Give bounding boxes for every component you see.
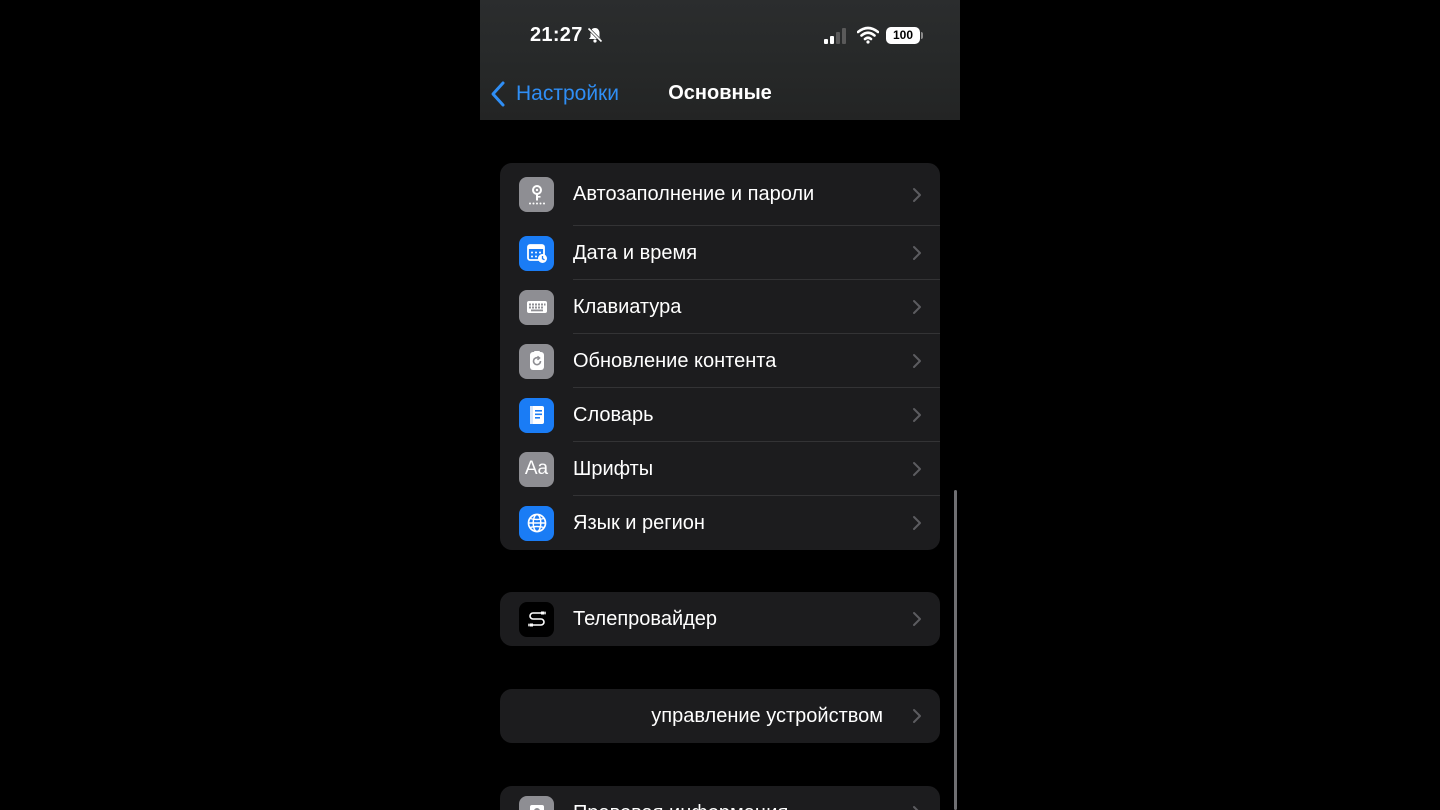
phone-screen: 21:27 100 Настройки Основные Автозаполне… (480, 0, 960, 810)
row-language-region[interactable]: Язык и регион (500, 496, 940, 550)
row-autofill-passwords[interactable]: Автозаполнение и пароли (500, 163, 940, 226)
status-time: 21:27 (530, 24, 583, 46)
row-legal[interactable]: Правовая информация (500, 786, 940, 810)
row-label: Клавиатура (573, 295, 682, 318)
chevron-right-icon (913, 408, 921, 422)
globe-icon (519, 505, 554, 541)
row-label: управление устройством (651, 704, 883, 727)
top-bar: 21:27 100 Настройки Основные (480, 0, 960, 120)
status-bar: 21:27 100 (480, 22, 960, 50)
settings-group-4: Правовая информация (500, 786, 940, 810)
tv-provider-icon (519, 601, 554, 637)
refresh-icon (519, 343, 554, 379)
row-label: Правовая информация (573, 802, 788, 810)
chevron-right-icon (913, 709, 921, 723)
row-background-refresh[interactable]: Обновление контента (500, 334, 940, 388)
page-title: Основные (668, 82, 772, 104)
battery-tip (921, 32, 923, 39)
settings-group-3: управление устройством (500, 689, 940, 743)
row-label: Язык и регион (573, 511, 705, 534)
bell-slash-icon (586, 26, 604, 44)
row-device-management[interactable]: управление устройством (500, 689, 940, 743)
keyboard-icon (519, 289, 554, 325)
row-label: Автозаполнение и пароли (573, 183, 815, 205)
row-label: Телепровайдер (573, 607, 718, 630)
wifi-icon (856, 26, 880, 44)
chevron-right-icon (913, 806, 919, 810)
chevron-right-icon (913, 354, 921, 368)
row-fonts[interactable]: Aa Шрифты (500, 442, 940, 496)
chevron-right-icon (913, 516, 921, 530)
row-label: Дата и время (573, 241, 698, 264)
row-tv-provider[interactable]: Телепровайдер (500, 592, 940, 646)
row-label: Шрифты (573, 457, 654, 480)
row-dictionary[interactable]: Словарь (500, 388, 940, 442)
navigation-bar: Настройки Основные (480, 76, 960, 112)
row-label: Обновление контента (573, 349, 777, 372)
chevron-right-icon (913, 187, 921, 202)
row-keyboard[interactable]: Клавиатура (500, 280, 940, 334)
chevron-right-icon (913, 300, 921, 314)
battery-icon: 100 (886, 27, 920, 44)
chevron-right-icon (913, 612, 921, 626)
fonts-icon: Aa (519, 451, 554, 487)
book-icon (519, 397, 554, 433)
scrollbar[interactable] (954, 490, 957, 810)
row-date-time[interactable]: Дата и время (500, 226, 940, 280)
row-label: Словарь (573, 403, 654, 426)
calendar-clock-icon (519, 235, 554, 271)
settings-group-2: Телепровайдер (500, 592, 940, 646)
chevron-right-icon (913, 462, 921, 476)
legal-icon (519, 795, 554, 810)
chevron-right-icon (913, 246, 921, 260)
key-icon (519, 177, 554, 212)
settings-group-1: Автозаполнение и пароли Дата и время Кла… (500, 163, 940, 550)
signal-icon (824, 28, 848, 44)
